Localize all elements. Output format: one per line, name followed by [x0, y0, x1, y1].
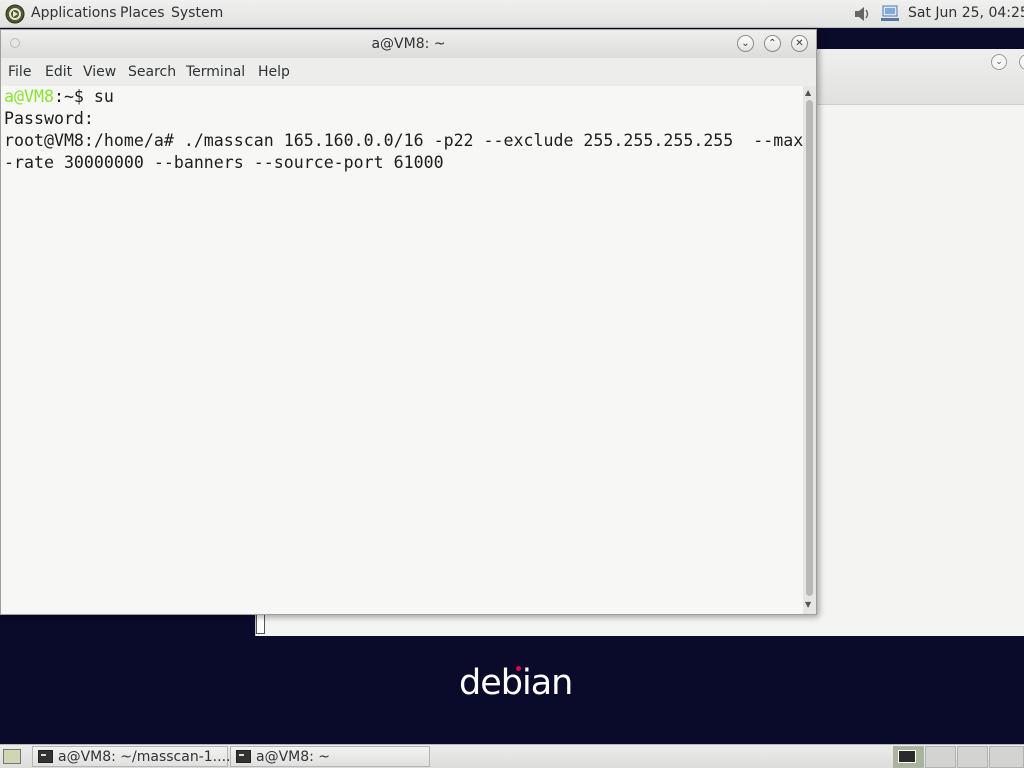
terminal-line: a@VM8:~$ su: [4, 86, 114, 108]
workspace-4[interactable]: [989, 746, 1024, 768]
prompt-command: :~$ su: [53, 87, 114, 106]
sound-icon[interactable]: [852, 4, 874, 24]
bottom-panel: a@VM8: ~/masscan-1.... a@VM8: ~: [0, 744, 1024, 768]
workspace-3[interactable]: [957, 746, 988, 768]
prompt-user: a@VM8: [4, 87, 54, 106]
menu-view[interactable]: View: [83, 64, 116, 80]
terminal-icon: [236, 750, 251, 763]
show-desktop-icon[interactable]: [3, 749, 21, 764]
debian-swirl-icon[interactable]: [4, 3, 26, 25]
maximize-icon[interactable]: ⌃: [1019, 54, 1024, 70]
menu-file[interactable]: File: [8, 64, 31, 80]
maximize-icon[interactable]: ⌃: [764, 35, 781, 52]
workspace-window-preview: [898, 750, 916, 763]
minimize-icon[interactable]: ⌄: [991, 54, 1007, 70]
workspace-2[interactable]: [925, 746, 956, 768]
terminal-line: -rate 30000000 --banners --source-port 6…: [4, 153, 444, 172]
terminal-output[interactable]: a@VM8:~$ su Password: root@VM8:/home/a# …: [1, 86, 803, 614]
menu-system[interactable]: System: [171, 5, 223, 21]
menu-applications[interactable]: Applications: [31, 5, 117, 21]
terminal-icon: [38, 750, 53, 763]
taskbar-item-label: a@VM8: ~/masscan-1....: [58, 749, 231, 765]
workspace-1[interactable]: [893, 746, 924, 768]
taskbar-item[interactable]: a@VM8: ~/masscan-1....: [32, 746, 231, 767]
window-title: a@VM8: ~: [371, 36, 446, 52]
menu-help[interactable]: Help: [258, 64, 290, 80]
debian-logo-dot: [516, 666, 521, 671]
taskbar-item[interactable]: a@VM8: ~: [230, 746, 430, 767]
scroll-up-icon[interactable]: ▲: [805, 88, 811, 97]
terminal-line: root@VM8:/home/a# ./masscan 165.160.0.0/…: [4, 131, 803, 150]
minimize-icon[interactable]: ⌄: [737, 35, 754, 52]
scroll-down-icon[interactable]: ▼: [805, 600, 811, 609]
network-icon[interactable]: [879, 4, 901, 24]
menu-places[interactable]: Places: [120, 5, 165, 21]
terminal-menubar: File Edit View Search Terminal Help: [1, 58, 816, 86]
terminal-window[interactable]: a@VM8: ~ ⌄ ⌃ ✕ File Edit View Search Ter…: [0, 29, 817, 615]
close-icon[interactable]: ✕: [791, 35, 808, 52]
top-panel: Applications Places System Sat Jun 25, 0…: [0, 0, 1024, 28]
menu-search[interactable]: Search: [128, 64, 176, 80]
menu-edit[interactable]: Edit: [45, 64, 72, 80]
scrollbar[interactable]: ▲ ▼: [803, 86, 816, 614]
terminal-line: Password:: [4, 109, 94, 128]
scrollbar-thumb[interactable]: [806, 100, 813, 596]
terminal-titlebar[interactable]: a@VM8: ~ ⌄ ⌃ ✕: [1, 30, 816, 58]
clock[interactable]: Sat Jun 25, 04:25: [908, 5, 1024, 21]
text-cursor: [256, 614, 265, 634]
menu-terminal[interactable]: Terminal: [186, 64, 245, 80]
taskbar-item-label: a@VM8: ~: [256, 749, 331, 765]
